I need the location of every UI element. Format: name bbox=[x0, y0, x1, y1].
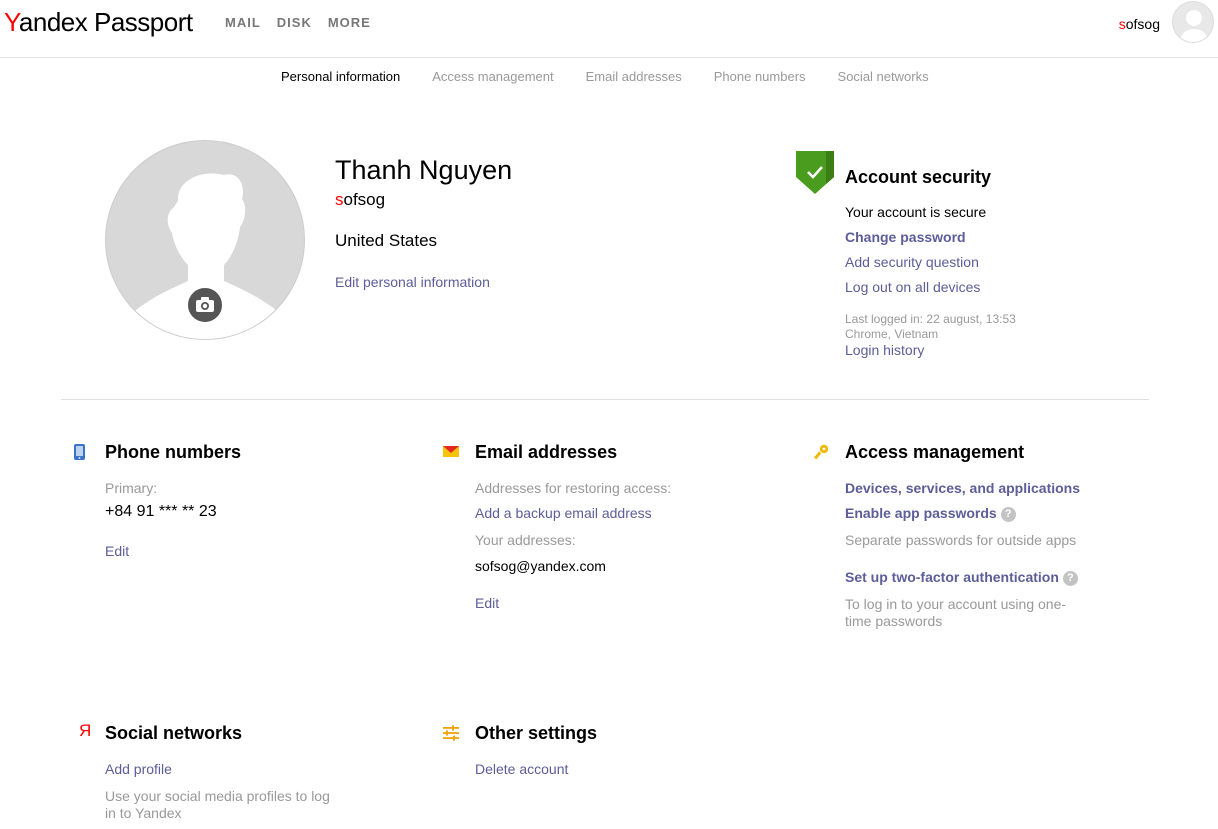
profile-login-rest: ofsog bbox=[343, 190, 386, 209]
last-login-device: Chrome, Vietnam bbox=[845, 327, 939, 341]
add-security-question-link[interactable]: Add security question bbox=[845, 254, 979, 270]
settings-sliders-icon bbox=[443, 725, 459, 741]
app-passwords-help-icon[interactable]: ? bbox=[1000, 507, 1016, 522]
phone-numbers-title: Phone numbers bbox=[105, 442, 242, 462]
user-login-rest: ofsog bbox=[1125, 16, 1160, 32]
last-login-time: Last logged in: 22 august, 13:53 bbox=[845, 312, 1016, 326]
social-networks-title: Social networks bbox=[105, 723, 243, 743]
edit-phones-link[interactable]: Edit bbox=[105, 543, 129, 559]
social-description-line2: in to Yandex bbox=[105, 805, 182, 821]
nav-more[interactable]: MORE bbox=[328, 15, 371, 30]
user-login[interactable]: sofsog bbox=[1119, 16, 1160, 32]
logo-brand-first: Y bbox=[4, 7, 19, 37]
your-addresses-label: Your addresses: bbox=[475, 532, 576, 548]
security-status: Your account is secure bbox=[845, 204, 987, 220]
account-security-title: Account security bbox=[845, 167, 992, 187]
key-icon bbox=[813, 444, 829, 460]
phone-primary-label: Primary: bbox=[105, 480, 158, 496]
nav-mail[interactable]: MAIL bbox=[225, 15, 261, 30]
top-bar: Yandex Passport MAIL DISK MORE sofsog bbox=[0, 0, 1218, 58]
app-passwords-row: Enable app passwords? bbox=[845, 505, 1016, 522]
edit-personal-information-link[interactable]: Edit personal information bbox=[335, 274, 490, 290]
yandex-social-icon: Я bbox=[79, 721, 92, 740]
phone-primary-value: +84 91 *** ** 23 bbox=[105, 503, 217, 520]
profile-name: Thanh Nguyen bbox=[335, 155, 513, 185]
tab-social-networks[interactable]: Social networks bbox=[838, 69, 929, 84]
mail-envelope-icon bbox=[443, 446, 459, 457]
profile-country: United States bbox=[335, 231, 438, 250]
two-factor-auth-link[interactable]: Set up two-factor authentication bbox=[845, 569, 1059, 585]
top-nav: MAIL DISK MORE bbox=[225, 15, 371, 30]
two-factor-row: Set up two-factor authentication? bbox=[845, 569, 1078, 586]
add-profile-link[interactable]: Add profile bbox=[105, 761, 172, 777]
log-out-all-devices-link[interactable]: Log out on all devices bbox=[845, 279, 980, 295]
section-divider bbox=[61, 399, 1149, 400]
access-management-title: Access management bbox=[845, 442, 1025, 462]
phone-icon bbox=[74, 444, 85, 460]
avatar-silhouette-icon bbox=[1179, 10, 1209, 42]
two-factor-description-line1: To log in to your account using one- bbox=[845, 596, 1067, 612]
tab-email-addresses[interactable]: Email addresses bbox=[586, 69, 682, 84]
tab-phone-numbers[interactable]: Phone numbers bbox=[714, 69, 806, 84]
section-tabs: Personal information Access management E… bbox=[0, 69, 1218, 84]
change-photo-button[interactable] bbox=[186, 286, 224, 324]
profile-login: sofsog bbox=[335, 190, 385, 210]
nav-disk[interactable]: DISK bbox=[277, 15, 312, 30]
change-password-link[interactable]: Change password bbox=[845, 229, 966, 245]
email-address-value: sofsog@yandex.com bbox=[475, 558, 606, 574]
user-avatar[interactable] bbox=[1172, 1, 1214, 43]
delete-account-link[interactable]: Delete account bbox=[475, 761, 568, 777]
login-history-link[interactable]: Login history bbox=[845, 342, 924, 358]
social-description-line1: Use your social media profiles to log bbox=[105, 788, 330, 804]
add-backup-email-link[interactable]: Add a backup email address bbox=[475, 505, 652, 521]
two-factor-help-icon[interactable]: ? bbox=[1062, 571, 1078, 586]
restore-addresses-label: Addresses for restoring access: bbox=[475, 480, 672, 496]
edit-emails-link[interactable]: Edit bbox=[475, 595, 499, 611]
email-addresses-title: Email addresses bbox=[475, 442, 618, 462]
profile-login-first: s bbox=[335, 190, 344, 209]
enable-app-passwords-link[interactable]: Enable app passwords bbox=[845, 505, 997, 521]
other-settings-title: Other settings bbox=[475, 723, 598, 743]
devices-services-apps-link[interactable]: Devices, services, and applications bbox=[845, 480, 1080, 496]
security-shield-icon bbox=[796, 151, 834, 194]
tab-personal-information[interactable]: Personal information bbox=[281, 69, 400, 84]
app-passwords-description: Separate passwords for outside apps bbox=[845, 532, 1077, 548]
yandex-passport-logo[interactable]: Yandex Passport bbox=[4, 5, 193, 39]
two-factor-description-line2: time passwords bbox=[845, 613, 943, 629]
camera-icon bbox=[196, 297, 214, 312]
logo-product: Passport bbox=[94, 7, 193, 37]
tab-access-management[interactable]: Access management bbox=[432, 69, 553, 84]
user-login-first: s bbox=[1118, 16, 1126, 32]
logo-brand-rest: andex bbox=[18, 7, 88, 37]
